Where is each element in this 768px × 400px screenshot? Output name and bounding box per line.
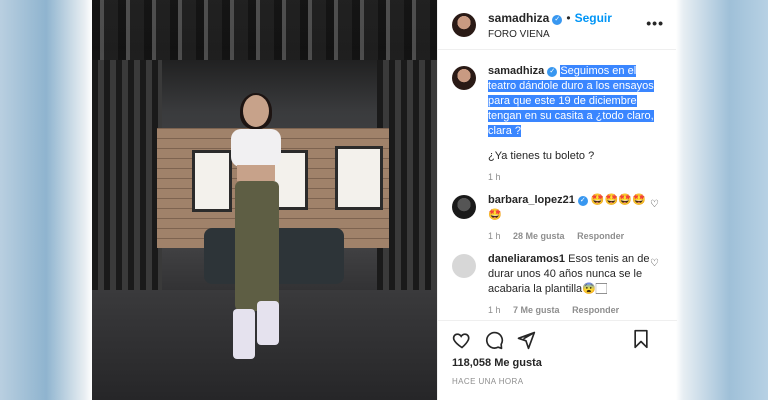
heart-icon[interactable] [452, 330, 472, 350]
post-header: samadhiza ✓ • Seguir FORO VIENA ••• [438, 0, 676, 50]
separator-dot: • [566, 11, 571, 25]
reply-button[interactable]: Responder [572, 305, 619, 315]
caption-author[interactable]: samadhiza [488, 65, 544, 77]
avatar[interactable] [452, 254, 476, 278]
avatar[interactable] [452, 195, 476, 219]
caption-time[interactable]: 1 h [488, 172, 501, 182]
author-username[interactable]: samadhiza [488, 11, 549, 25]
caption: samadhiza ✓ Seguimos en el teatro dándole… [438, 60, 677, 189]
avatar[interactable] [452, 66, 476, 90]
likes-count[interactable]: 118,058 Me gusta [452, 357, 663, 369]
like-comment-icon[interactable]: ♡ [650, 258, 659, 269]
curtain-left [92, 60, 162, 300]
like-comment-icon[interactable]: ♡ [650, 199, 659, 210]
verified-icon: ✓ [577, 196, 588, 206]
post-actions: 118,058 Me gusta HACE UNA HORA [438, 320, 677, 386]
comment-likes[interactable]: 7 Me gusta [513, 305, 560, 315]
comment-item: daneliaramos1 Esos tenis an de durar uno… [438, 248, 677, 320]
stage-lights [92, 0, 437, 60]
comments-list: samadhiza ✓ Seguimos en el teatro dándole… [438, 60, 677, 320]
follow-button[interactable]: Seguir [575, 11, 612, 25]
verified-icon: ✓ [547, 67, 558, 77]
comment-time[interactable]: 1 h [488, 305, 501, 315]
share-icon[interactable] [516, 330, 536, 350]
caption-question: ¿Ya tienes tu boleto ? [488, 150, 595, 162]
post-photo[interactable] [92, 0, 437, 400]
post-sidebar: samadhiza ✓ • Seguir FORO VIENA ••• samadhi… [437, 0, 677, 400]
comment-icon[interactable] [484, 330, 504, 350]
comment-item: barbara_lopez21 ✓ 🤩🤩🤩🤩🤩 1 h 28 Me gusta R… [438, 189, 677, 248]
location-link[interactable]: FORO VIENA [488, 29, 612, 40]
instagram-post: samadhiza ✓ • Seguir FORO VIENA ••• samadhi… [92, 0, 677, 400]
post-timestamp: HACE UNA HORA [452, 377, 524, 386]
comment-author[interactable]: daneliaramos1 [488, 253, 565, 265]
comment-author[interactable]: barbara_lopez21 [488, 194, 575, 206]
comment-likes[interactable]: 28 Me gusta [513, 231, 565, 241]
comment-time[interactable]: 1 h [488, 231, 501, 241]
reply-button[interactable]: Responder [577, 231, 624, 241]
bookmark-icon[interactable] [631, 329, 651, 349]
portrait-frame [192, 150, 232, 212]
more-options-icon[interactable]: ••• [646, 15, 664, 31]
person [227, 93, 297, 370]
avatar[interactable] [452, 12, 476, 37]
verified-icon: ✓ [552, 15, 563, 25]
portrait-frame [335, 146, 383, 210]
